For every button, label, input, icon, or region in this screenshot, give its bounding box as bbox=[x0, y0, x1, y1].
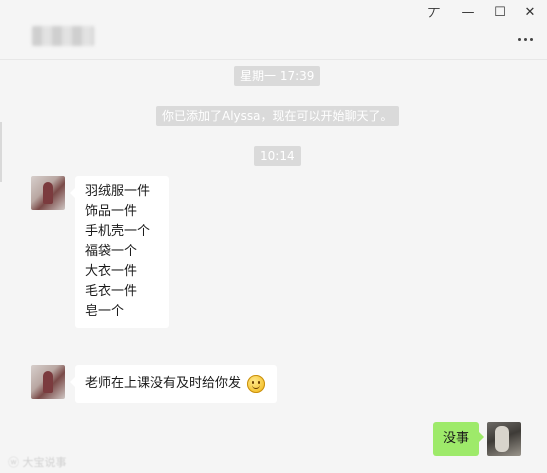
message-line: 饰品一件 bbox=[85, 204, 138, 219]
maximize-button[interactable]: ☐ bbox=[483, 0, 517, 24]
message-line: 毛衣一件 bbox=[85, 284, 138, 299]
message-line: 羽绒服一件 bbox=[85, 184, 151, 199]
message-line: 皂一个 bbox=[85, 304, 125, 319]
message-line: 手机壳一个 bbox=[85, 224, 151, 239]
chat-history[interactable]: 星期一 17:39 你已添加了Alyssa，现在可以开始聊天了。 10:14 羽… bbox=[0, 60, 547, 473]
minimize-button[interactable]: — bbox=[451, 0, 485, 24]
smiley-emoji-icon bbox=[247, 375, 266, 393]
close-button[interactable]: ✕ bbox=[513, 0, 547, 24]
contact-avatar[interactable] bbox=[31, 176, 65, 210]
message-line: 福袋一个 bbox=[85, 244, 138, 259]
pin-button[interactable]: 丆 bbox=[417, 0, 451, 24]
ellipsis-dot bbox=[529, 37, 533, 41]
maximize-icon: ☐ bbox=[494, 4, 506, 20]
message-text: 没事 bbox=[442, 431, 469, 446]
scrollbar[interactable] bbox=[0, 122, 2, 182]
message-line: 大衣一件 bbox=[85, 264, 138, 279]
pin-icon: 丆 bbox=[427, 6, 441, 22]
ellipsis-icon bbox=[517, 37, 521, 41]
received-message-bubble[interactable]: 羽绒服一件 饰品一件 手机壳一个 福袋一个 大衣一件 毛衣一件 皂一个 bbox=[70, 176, 169, 328]
more-options-button[interactable] bbox=[513, 30, 537, 48]
watermark-text: 大宝说事 bbox=[22, 456, 67, 469]
timestamp: 星期一 17:39 bbox=[234, 66, 321, 86]
my-avatar[interactable] bbox=[487, 422, 521, 456]
system-notice: 你已添加了Alyssa，现在可以开始聊天了。 bbox=[156, 106, 399, 126]
timestamp: 10:14 bbox=[254, 146, 301, 166]
watermark: ⓦ 大宝说事 bbox=[8, 456, 67, 469]
chat-title-bar: 丆 — ☐ ✕ bbox=[0, 0, 547, 60]
message-text: 老师在上课没有及时给你发 bbox=[85, 376, 242, 391]
close-icon: ✕ bbox=[524, 4, 536, 20]
sent-message-bubble[interactable]: 没事 bbox=[432, 422, 485, 456]
contact-name bbox=[32, 26, 94, 46]
received-message-bubble[interactable]: 老师在上课没有及时给你发 bbox=[69, 365, 278, 403]
contact-avatar[interactable] bbox=[31, 365, 65, 399]
minimize-icon: — bbox=[461, 4, 475, 20]
ellipsis-dot bbox=[523, 37, 527, 41]
